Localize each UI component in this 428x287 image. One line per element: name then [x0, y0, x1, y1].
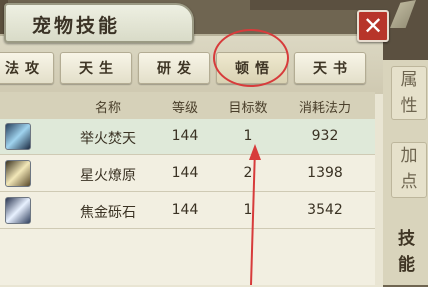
pointer-arrow: [249, 144, 261, 285]
